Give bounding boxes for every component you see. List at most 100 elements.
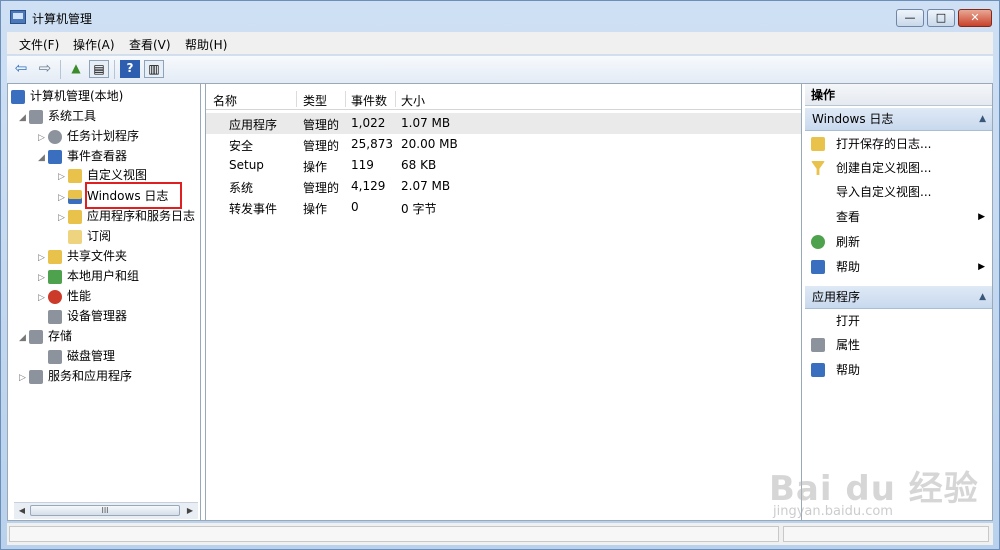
navigation-tree: 计算机管理(本地) ◢ 系统工具 ▷ 任务计划程序 ◢ 事件查看器 ▷ 自定义视图 ▷ W… [8,84,201,520]
window-title: 计算机管理 [32,12,93,26]
scroll-right-icon[interactable]: ▶ [184,505,196,516]
show-tree-icon[interactable]: ▤ [89,60,109,78]
tree-item-device-manager[interactable]: 设备管理器 [48,306,127,326]
action-create-custom-view[interactable]: 创建自定义视图... [805,156,992,180]
tree-item-storage[interactable]: ◢ 存储 [19,326,72,346]
actions-title: 操作 [805,84,992,106]
event-viewer-icon [48,149,62,164]
system-tools-icon [29,109,43,124]
action-refresh[interactable]: 刷新 [805,230,992,254]
column-separator[interactable] [345,91,346,107]
expand-twisty-icon[interactable]: ◢ [19,108,29,128]
cell-type: 操作 [303,160,328,174]
submenu-arrow-icon: ▶ [978,262,985,272]
back-arrow-icon[interactable]: ⇦ [11,60,31,78]
expand-twisty-icon[interactable]: ▷ [58,167,68,187]
table-row[interactable]: 转发事件 操作 0 0 字节 [206,197,801,218]
up-folder-icon[interactable]: ▲ [66,60,86,78]
menu-view[interactable]: 查看(V) [129,36,171,53]
users-groups-icon [48,269,62,284]
cell-event-count: 1,022 [351,116,386,130]
tree-item-computer-management[interactable]: 计算机管理(本地) [11,86,123,106]
show-action-pane-icon[interactable]: ▥ [144,60,164,78]
status-bar [7,523,993,545]
tree-item-subscriptions[interactable]: 订阅 [68,226,111,246]
expand-twisty-icon[interactable]: ▷ [19,368,29,388]
tree-item-app-service-logs[interactable]: ▷ 应用程序和服务日志 [58,206,195,226]
help-icon [811,260,825,274]
baidu-watermark: Bai du 经验 [769,469,979,509]
action-open[interactable]: 打开 [805,309,992,333]
tree-item-disk-management[interactable]: 磁盘管理 [48,346,115,366]
action-help-app[interactable]: 帮助 [805,358,992,382]
performance-icon [48,289,62,304]
windows-logs-icon [68,189,82,204]
table-row[interactable]: Setup 操作 119 68 KB [206,155,801,176]
disk-management-icon [48,349,62,364]
scrollbar-thumb[interactable]: III [30,505,180,516]
cell-event-count: 4,129 [351,179,386,193]
cell-type: 管理的 [303,181,340,195]
maximize-button[interactable]: □ [927,9,955,27]
collapse-icon[interactable]: ▲ [979,108,986,131]
action-import-custom-view[interactable]: 导入自定义视图... [805,180,992,204]
folder-icon [68,168,82,183]
column-header-type[interactable]: 类型 [303,92,327,109]
column-header-event-count[interactable]: 事件数 [351,92,387,109]
cell-name: Setup [229,158,264,172]
expand-twisty-icon[interactable]: ▷ [38,248,48,268]
column-separator[interactable] [395,91,396,107]
column-header-name[interactable]: 名称 [213,92,237,109]
toolbar-separator [60,60,61,79]
cell-size: 0 字节 [401,202,437,216]
help-icon [811,363,825,377]
table-row[interactable]: 应用程序 管理的 1,022 1.07 MB [206,113,801,134]
expand-twisty-icon[interactable]: ▷ [38,268,48,288]
action-view[interactable]: 查看 ▶ [805,205,992,229]
menu-action[interactable]: 操作(A) [73,36,115,53]
filter-icon [811,161,825,175]
cell-name: 应用程序 [229,118,278,132]
tree-item-task-scheduler[interactable]: ▷ 任务计划程序 [38,126,139,146]
services-apps-icon [29,369,43,384]
properties-icon [811,338,825,352]
horizontal-scrollbar[interactable]: ◀ III ▶ [14,502,198,519]
storage-icon [29,329,43,344]
shared-folders-icon [48,249,62,264]
action-section-windows-logs[interactable]: Windows 日志 ▲ [805,108,992,131]
forward-arrow-icon[interactable]: ⇨ [35,60,55,78]
toolbar-separator [114,60,115,79]
tree-item-performance[interactable]: ▷ 性能 [38,286,91,306]
log-list: 名称 类型 事件数 大小 应用程序 管理的 1,022 1.07 MB 安全 管… [205,84,802,520]
expand-twisty-icon[interactable]: ◢ [19,328,29,348]
cell-size: 2.07 MB [401,179,451,193]
expand-twisty-icon[interactable]: ▷ [38,128,48,148]
expand-twisty-icon[interactable]: ▷ [38,288,48,308]
tree-item-shared-folders[interactable]: ▷ 共享文件夹 [38,246,127,266]
menu-file[interactable]: 文件(F) [19,36,59,53]
tree-item-services-apps[interactable]: ▷ 服务和应用程序 [19,366,132,386]
expand-twisty-icon[interactable]: ▷ [58,208,68,228]
computer-management-window: 计算机管理 — □ ✕ 文件(F) 操作(A) 查看(V) 帮助(H) ⇦ ⇨ … [0,0,1000,550]
scroll-left-icon[interactable]: ◀ [16,505,28,516]
help-icon[interactable]: ? [120,60,140,78]
expand-twisty-icon[interactable]: ▷ [58,188,68,208]
table-row[interactable]: 安全 管理的 25,873 20.00 MB [206,134,801,155]
column-header-size[interactable]: 大小 [401,92,425,109]
action-properties[interactable]: 属性 [805,333,992,357]
table-row[interactable]: 系统 管理的 4,129 2.07 MB [206,176,801,197]
cell-event-count: 119 [351,158,374,172]
expand-twisty-icon[interactable]: ◢ [38,148,48,168]
minimize-button[interactable]: — [896,9,924,27]
folder-icon [68,209,82,224]
action-help[interactable]: 帮助 ▶ [805,255,992,279]
close-button[interactable]: ✕ [958,9,992,27]
action-section-application[interactable]: 应用程序 ▲ [805,286,992,309]
action-open-saved-log[interactable]: 打开保存的日志... [805,132,992,156]
column-separator[interactable] [296,91,297,107]
tree-item-event-viewer[interactable]: ◢ 事件查看器 [38,146,127,166]
menu-help[interactable]: 帮助(H) [185,36,227,53]
tree-item-local-users-groups[interactable]: ▷ 本地用户和组 [38,266,139,286]
collapse-icon[interactable]: ▲ [979,286,986,309]
tree-item-system-tools[interactable]: ◢ 系统工具 [19,106,96,126]
